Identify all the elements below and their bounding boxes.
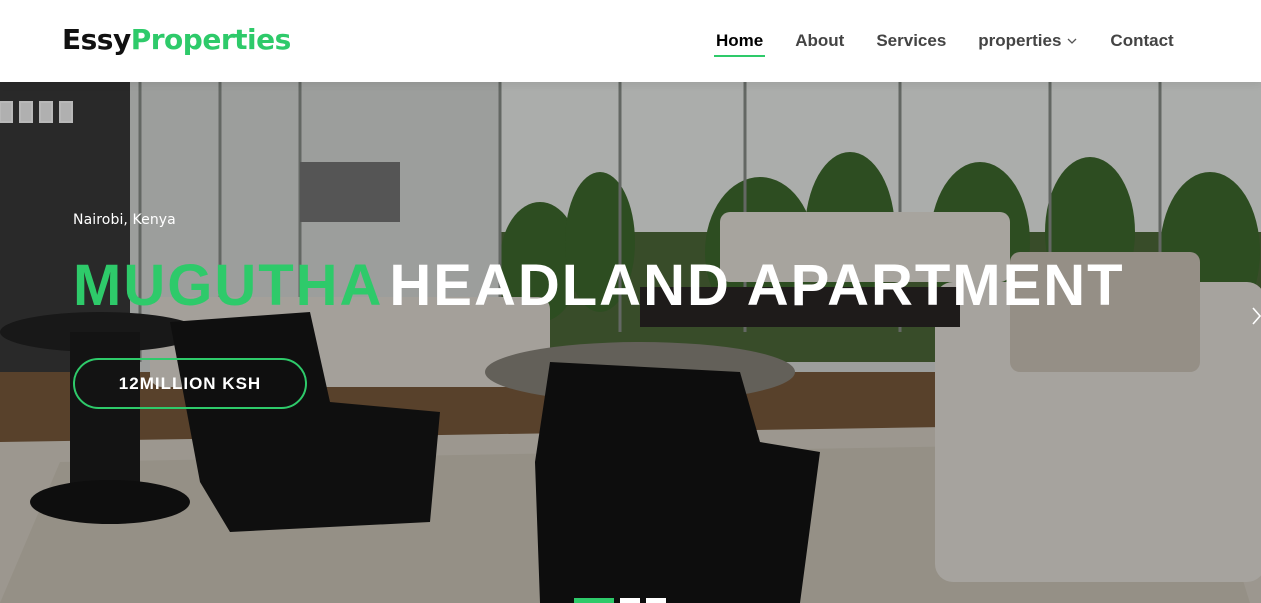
carousel-dots: [574, 598, 666, 603]
logo-part-2: Properties: [130, 23, 292, 56]
hero-location: Nairobi, Kenya: [73, 212, 176, 228]
nav-contact[interactable]: Contact: [1110, 0, 1173, 82]
nav-properties-label: properties: [978, 31, 1062, 50]
carousel-dot[interactable]: [620, 598, 640, 603]
main-nav: Home About Services properties Contact: [700, 0, 1190, 82]
hero-title-highlight: MUGUTHA: [73, 253, 384, 318]
hero-dark-overlay: [0, 82, 1261, 603]
nav-services[interactable]: Services: [876, 0, 946, 82]
hero-title-rest: HEADLAND APARTMENT: [389, 253, 1125, 318]
hero-title: MUGUTHA HEADLAND APARTMENT: [73, 254, 1125, 318]
site-header: EssyProperties Home About Services prope…: [0, 0, 1261, 82]
nav-properties[interactable]: properties: [978, 0, 1078, 82]
price-button[interactable]: 12MILLION KSH: [73, 358, 307, 409]
logo-part-1: Essy: [62, 23, 131, 56]
carousel-dot[interactable]: [574, 598, 614, 603]
hero-carousel: Nairobi, Kenya MUGUTHA HEADLAND APARTMENT…: [0, 82, 1261, 603]
chevron-right-icon[interactable]: [1251, 304, 1261, 328]
nav-home[interactable]: Home: [713, 0, 766, 82]
chevron-down-icon: [1066, 35, 1078, 47]
nav-about[interactable]: About: [795, 0, 844, 82]
carousel-dot[interactable]: [646, 598, 666, 603]
site-logo[interactable]: EssyProperties: [62, 22, 291, 58]
